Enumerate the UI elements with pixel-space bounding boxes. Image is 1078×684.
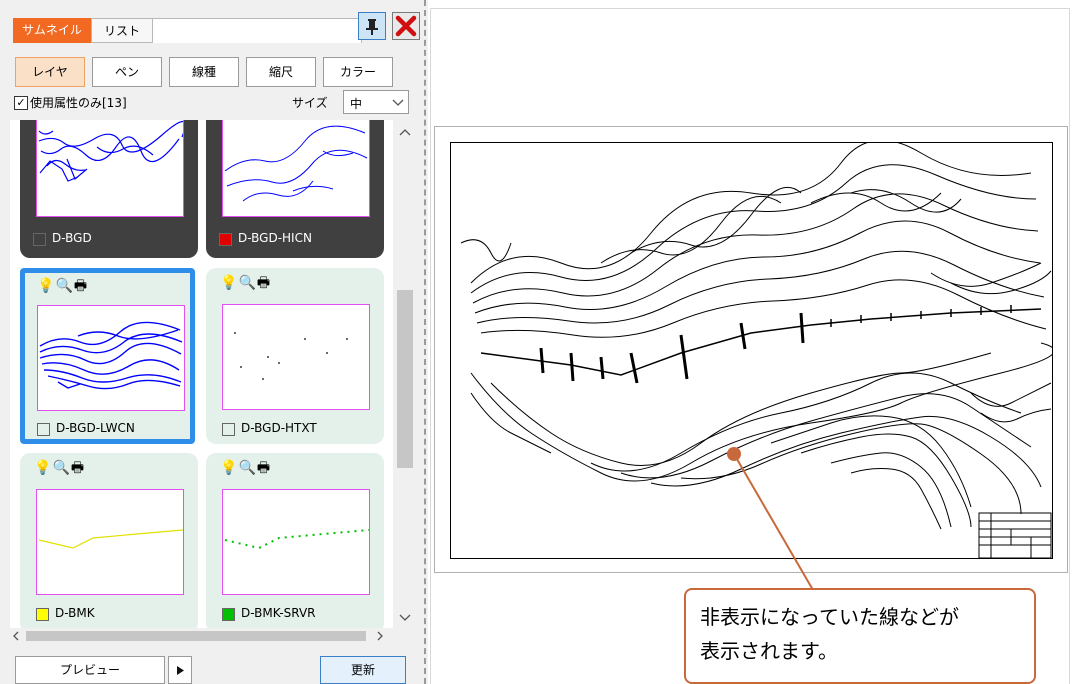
bulb-icon[interactable]: 💡: [220, 460, 238, 476]
layer-card-toolbar: 💡🔍🖶: [220, 457, 271, 481]
bulb-icon[interactable]: 💡: [34, 460, 52, 476]
layer-thumbnail: [36, 120, 186, 217]
chevron-down-icon: [392, 99, 404, 106]
print-icon[interactable]: 🖶: [74, 278, 88, 294]
zoom-icon[interactable]: 🔍: [52, 460, 70, 476]
update-button[interactable]: 更新: [320, 656, 406, 684]
print-icon[interactable]: 🖶: [71, 460, 85, 476]
horizontal-scrollbar[interactable]: [10, 628, 393, 644]
layer-color-swatch: [222, 608, 235, 621]
zoom-icon[interactable]: 🔍: [238, 460, 256, 476]
layer-thumbnail: [222, 304, 370, 410]
layer-name: D-BMK: [55, 606, 95, 620]
filter-layer-button[interactable]: レイヤ: [15, 57, 85, 87]
print-icon[interactable]: 🖶: [257, 460, 271, 476]
layer-color-swatch: [37, 423, 50, 436]
layer-card-d-bgd-lwcn[interactable]: 💡🔍🖶 D-BGD-LWCN: [20, 268, 195, 444]
filter-scale-button[interactable]: 縮尺: [246, 57, 316, 87]
layer-name: D-BMK-SRVR: [241, 606, 316, 620]
close-icon[interactable]: [392, 12, 420, 40]
layer-color-swatch: [222, 423, 235, 436]
layer-card-toolbar: 💡🔍🖶: [34, 457, 85, 481]
pin-icon[interactable]: [358, 12, 386, 40]
bulb-icon[interactable]: 💡: [37, 278, 55, 294]
play-icon: [177, 666, 184, 675]
panel-splitter[interactable]: [424, 0, 426, 684]
scroll-right-icon[interactable]: [376, 631, 384, 641]
size-select-value: 中: [350, 97, 363, 111]
layer-card-d-bgd-htxt[interactable]: 💡🔍🖶 D-BGD-HTXT: [206, 268, 384, 444]
layer-card-d-bmk-srvr[interactable]: 💡🔍🖶 D-BMK-SRVR: [206, 453, 384, 628]
scroll-up-icon[interactable]: [399, 128, 411, 136]
layer-thumbnail: [37, 305, 185, 411]
layer-color-swatch: [36, 608, 49, 621]
layer-card-d-bmk[interactable]: 💡🔍🖶 D-BMK: [20, 453, 198, 628]
layer-card-d-bgd-hicn[interactable]: D-BGD-HICN: [206, 120, 384, 258]
layer-color-swatch: [219, 233, 232, 246]
thumbnail-list: D-BGD D-BGD-HICN 💡🔍🖶 D-BGD-LWCN 💡🔍🖶 D-BG…: [10, 120, 417, 628]
used-only-checkbox[interactable]: ✓: [14, 96, 28, 110]
annotation-callout: 非表示になっていた線などが 表示されます。: [684, 588, 1036, 684]
zoom-icon[interactable]: 🔍: [238, 275, 256, 291]
drawing-area: 非表示になっていた線などが 表示されます。: [428, 0, 1078, 684]
layer-thumbnail: [222, 120, 370, 217]
layer-thumbnail: [222, 489, 370, 595]
print-icon[interactable]: 🖶: [257, 275, 271, 291]
callout-line-2: 表示されます。: [700, 639, 838, 663]
layer-card-d-bgd[interactable]: D-BGD: [20, 120, 198, 258]
preview-menu-button[interactable]: [168, 656, 192, 684]
zoom-icon[interactable]: 🔍: [55, 278, 73, 294]
filter-color-button[interactable]: カラー: [323, 57, 393, 87]
vertical-scrollbar[interactable]: [393, 120, 417, 628]
bulb-icon[interactable]: 💡: [220, 275, 238, 291]
layer-card-toolbar: 💡🔍🖶: [37, 275, 88, 299]
callout-pointer: [727, 447, 814, 591]
layer-name: D-BGD: [52, 231, 92, 245]
layer-name: D-BGD-LWCN: [56, 421, 135, 435]
preview-button[interactable]: プレビュー: [15, 656, 165, 684]
scroll-left-icon[interactable]: [12, 631, 20, 641]
layer-name: D-BGD-HTXT: [241, 421, 317, 435]
scrollbar-thumb[interactable]: [397, 290, 413, 468]
layer-panel: サムネイル リスト レイヤ ペン 線種 縮尺 カラー ✓ 使用属性のみ[13] …: [0, 0, 428, 684]
tab-list[interactable]: リスト: [91, 18, 153, 43]
filter-pen-button[interactable]: ペン: [92, 57, 162, 87]
size-label: サイズ: [292, 96, 328, 110]
layer-name: D-BGD-HICN: [238, 231, 312, 245]
tab-thumbnail[interactable]: サムネイル: [13, 18, 91, 43]
scroll-down-icon[interactable]: [399, 614, 411, 622]
tab-strip: [153, 18, 362, 43]
used-only-label: 使用属性のみ[13]: [30, 96, 127, 110]
layer-card-toolbar: 💡🔍🖶: [220, 272, 271, 296]
callout-line-1: 非表示になっていた線などが: [700, 605, 959, 629]
layer-thumbnail: [36, 489, 184, 595]
size-select[interactable]: 中: [343, 90, 409, 114]
hscrollbar-thumb[interactable]: [26, 631, 366, 641]
layer-color-swatch: [33, 233, 46, 246]
filter-linetype-button[interactable]: 線種: [169, 57, 239, 87]
